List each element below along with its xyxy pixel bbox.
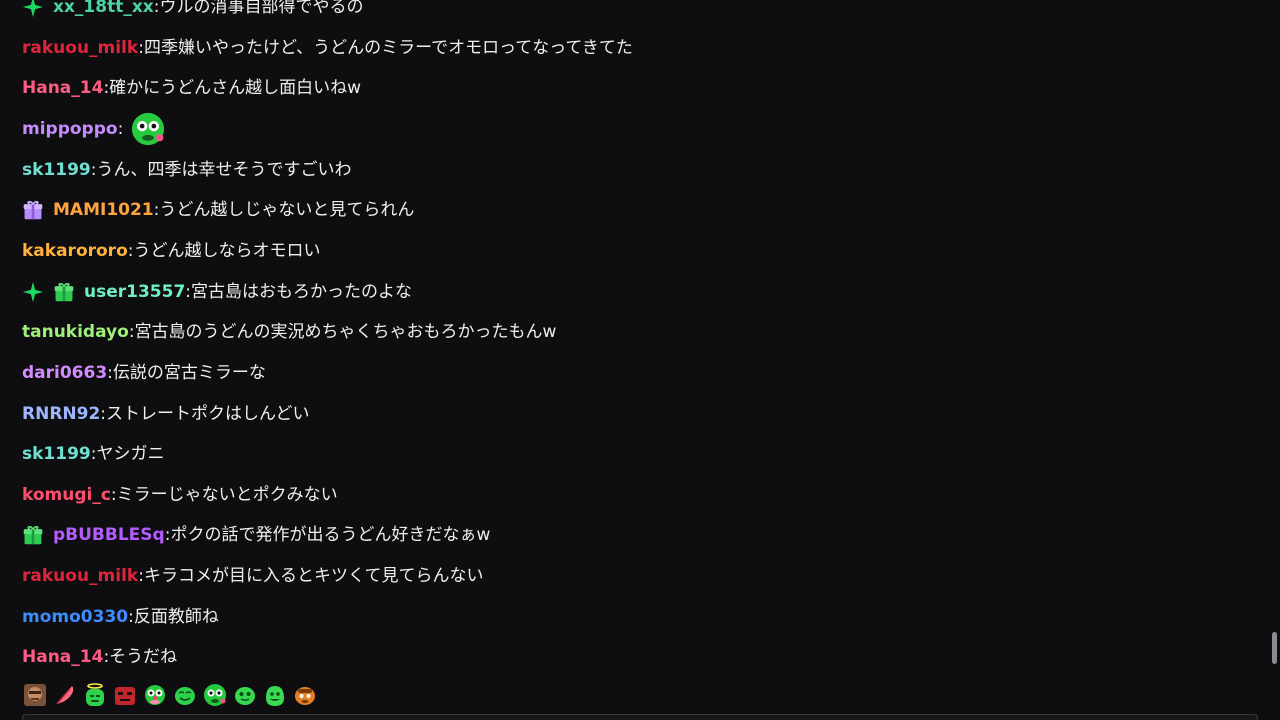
chat-username[interactable]: sk1199 bbox=[22, 439, 91, 469]
chat-message-text: 宮古島のうどんの実況めちゃくちゃおもろかったもんw bbox=[134, 322, 557, 343]
chat-message: sk1199: ヤシガニ bbox=[22, 439, 164, 469]
chat-message: sk1199: うん、四季は幸せそうですごいわ bbox=[22, 155, 351, 185]
chat-message-text: 確かにうどんさん越し面白いねw bbox=[109, 78, 362, 99]
chat-username[interactable]: rakuou_milk bbox=[22, 561, 138, 591]
gift-green-badge-icon[interactable] bbox=[22, 524, 44, 546]
chat-message-text: うどん越しならオモロい bbox=[133, 240, 321, 261]
chat-message-text: ストレートポクはしんどい bbox=[106, 403, 310, 424]
gift-purple-badge-icon[interactable] bbox=[22, 199, 44, 221]
chat-username[interactable]: pBUBBLESq bbox=[53, 520, 165, 550]
green-face-emote-icon[interactable] bbox=[129, 110, 167, 148]
green-halo-emote-icon[interactable] bbox=[82, 682, 108, 708]
chat-message: xx_18tt_xx: ウルの消事自部得でやるの bbox=[22, 0, 364, 22]
feather-emote-icon[interactable] bbox=[52, 682, 78, 708]
chat-message-text: 宮古島はおもろかったのよな bbox=[191, 281, 413, 302]
chat-username[interactable]: xx_18tt_xx bbox=[53, 0, 154, 22]
chat-username[interactable]: MAMI1021 bbox=[53, 195, 154, 225]
red-block-emote-icon[interactable] bbox=[112, 682, 138, 708]
chat-message-text: 四季嫌いやったけど、うどんのミラーでオモロってなってきてた bbox=[143, 37, 633, 58]
chat-message-text: キラコメが目に入るとキツくて見てらんない bbox=[143, 566, 484, 587]
chat-message: komugi_c: ミラーじゃないとポクみない bbox=[22, 480, 338, 510]
chat-message: pBUBBLESq: ポクの話で発作が出るうどん好きだなぁw bbox=[22, 520, 490, 550]
chat-message: user13557: 宮古島はおもろかったのよな bbox=[22, 277, 412, 307]
face-photo-emote-icon[interactable] bbox=[22, 682, 48, 708]
green-blob-emote-icon[interactable] bbox=[232, 682, 258, 708]
chat-app: xx_18tt_xx: ウルの消事自部得でやるの rakuou_milk: 四季嫌… bbox=[0, 0, 1280, 720]
chat-message-text: ヤシガニ bbox=[96, 444, 165, 465]
chat-username[interactable]: tanukidayo bbox=[22, 317, 129, 347]
chat-username[interactable]: Hana_14 bbox=[22, 642, 103, 672]
emote-tray bbox=[22, 680, 318, 710]
chat-scrollbar[interactable] bbox=[1268, 0, 1280, 675]
chat-message: momo0330: 反面教師ね bbox=[22, 602, 219, 632]
chat-message: MAMI1021: うどん越しじゃないと見てられん bbox=[22, 195, 414, 225]
scrollbar-thumb[interactable] bbox=[1272, 632, 1277, 664]
chat-message: rakuou_milk: 四季嫌いやったけど、うどんのミラーでオモロってなってき… bbox=[22, 33, 633, 63]
chat-input[interactable] bbox=[22, 714, 1258, 720]
chat-message: dari0663: 伝説の宮古ミラーな bbox=[22, 358, 266, 388]
green-grin-emote-icon[interactable] bbox=[262, 682, 288, 708]
gift-green-badge-icon[interactable] bbox=[53, 281, 75, 303]
chat-message-text: そうだね bbox=[109, 647, 178, 668]
chat-username[interactable]: RNRN92 bbox=[22, 399, 100, 429]
orange-face-emote-icon[interactable] bbox=[292, 682, 318, 708]
chat-username[interactable]: mippoppo bbox=[22, 114, 118, 144]
chat-username[interactable]: user13557 bbox=[84, 277, 185, 307]
chat-message: tanukidayo: 宮古島のうどんの実況めちゃくちゃおもろかったもんw bbox=[22, 317, 556, 347]
green-face-emote-icon[interactable] bbox=[202, 682, 228, 708]
chat-message-text: うん、四季は幸せそうですごいわ bbox=[96, 159, 352, 180]
chat-message-text: ポクの話で発作が出るうどん好きだなぁw bbox=[170, 525, 491, 546]
chat-message-text: ウルの消事自部得でやるの bbox=[159, 0, 364, 17]
chat-separator: : bbox=[117, 118, 124, 139]
chat-message: mippoppo: bbox=[22, 112, 167, 146]
chat-message: Hana_14: そうだね bbox=[22, 642, 177, 672]
chat-message-text: 伝説の宮古ミラーな bbox=[112, 362, 266, 383]
sparkle-badge-icon[interactable] bbox=[22, 281, 44, 303]
chat-username[interactable]: Hana_14 bbox=[22, 73, 103, 103]
chat-username[interactable]: kakarororo bbox=[22, 236, 128, 266]
chat-username[interactable]: momo0330 bbox=[22, 602, 128, 632]
chat-username[interactable]: dari0663 bbox=[22, 358, 107, 388]
chat-message-text: ミラーじゃないとポクみない bbox=[116, 484, 338, 505]
chat-username[interactable]: sk1199 bbox=[22, 155, 91, 185]
chat-username[interactable]: komugi_c bbox=[22, 480, 111, 510]
chat-log[interactable]: xx_18tt_xx: ウルの消事自部得でやるの rakuou_milk: 四季嫌… bbox=[0, 0, 1264, 675]
chat-message-text: 反面教師ね bbox=[133, 606, 219, 627]
chat-message: rakuou_milk: キラコメが目に入るとキツくて見てらんない bbox=[22, 561, 483, 591]
chat-message: Hana_14: 確かにうどんさん越し面白いねw bbox=[22, 73, 361, 103]
green-clown-emote-icon[interactable] bbox=[142, 682, 168, 708]
green-smile-emote-icon[interactable] bbox=[172, 682, 198, 708]
chat-username[interactable]: rakuou_milk bbox=[22, 33, 138, 63]
chat-message: kakarororo: うどん越しならオモロい bbox=[22, 236, 320, 266]
chat-message: RNRN92: ストレートポクはしんどい bbox=[22, 399, 310, 429]
chat-message-text: うどん越しじゃないと見てられん bbox=[159, 200, 415, 221]
sparkle-badge-icon[interactable] bbox=[22, 0, 44, 18]
